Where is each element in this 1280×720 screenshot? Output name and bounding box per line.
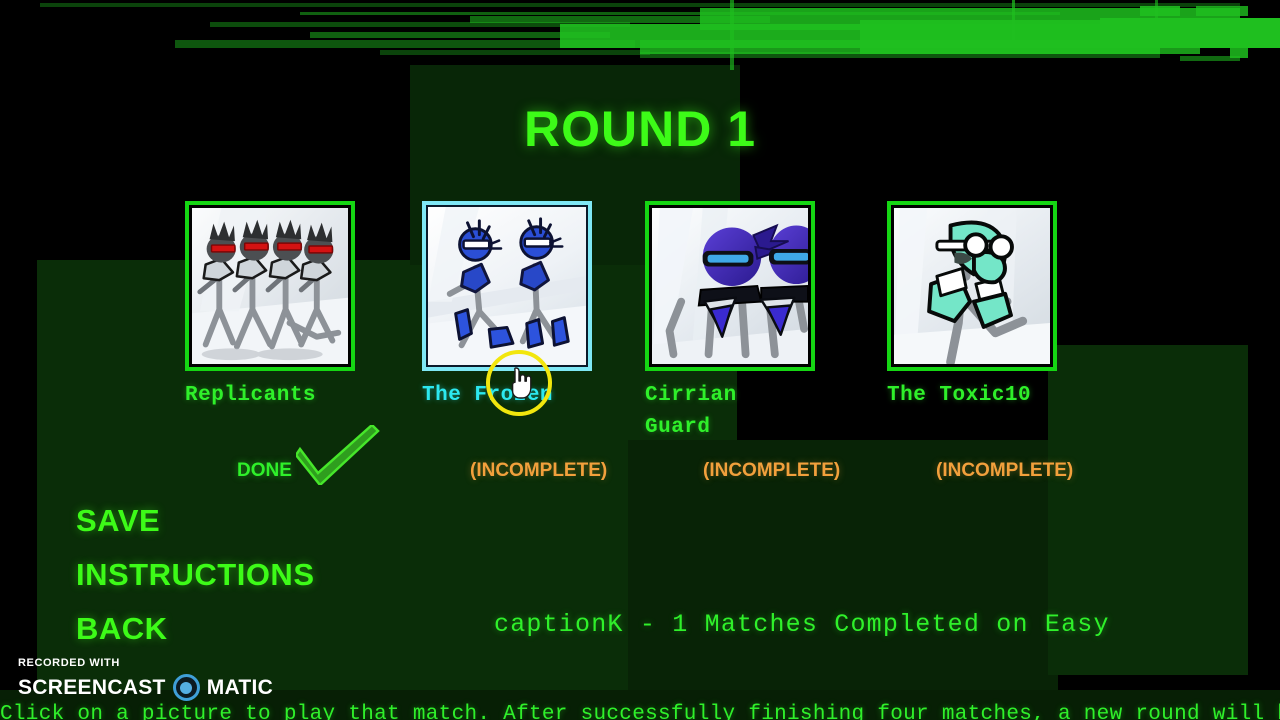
watermark-word-screencast: SCREENCAST — [18, 676, 166, 699]
match-card-the-toxic10[interactable]: The Toxic10 — [887, 201, 1057, 412]
main-menu: SAVE INSTRUCTIONS BACK — [76, 494, 315, 656]
watermark-word-matic: MATIC — [206, 676, 274, 699]
match-card-row: Replicants The Frozen Cirrian Guard The … — [0, 201, 1280, 461]
match-label: The Toxic10 — [887, 384, 1032, 407]
save-button[interactable]: SAVE — [76, 494, 315, 548]
match-card-replicants[interactable]: Replicants — [185, 201, 355, 412]
the-frozen-thumbnail[interactable] — [422, 201, 592, 371]
status-badge-replicants: DONE — [237, 460, 292, 481]
the-toxic10-thumbnail[interactable] — [887, 201, 1057, 371]
cirrian-guard-thumbnail[interactable] — [645, 201, 815, 371]
screencast-o-matic-dot-icon — [172, 674, 200, 701]
status-badge-the-frozen: (INCOMPLETE) — [470, 460, 608, 481]
replicants-thumbnail[interactable] — [185, 201, 355, 371]
back-button[interactable]: BACK — [76, 602, 315, 656]
match-label: Replicants — [185, 384, 317, 407]
instructions-hint-text: Click on a picture to play that match. A… — [0, 703, 1280, 720]
glitch-banner-graphic — [0, 0, 1280, 75]
watermark-recorded-with-label: RECORDED WITH — [18, 657, 120, 669]
match-label: Cirrian Guard — [645, 384, 737, 439]
game-screen: ROUND 1 Replicants The Frozen Cirrian Gu… — [0, 0, 1280, 720]
status-badge-the-toxic10: (INCOMPLETE) — [936, 460, 1074, 481]
match-card-cirrian-guard[interactable]: Cirrian Guard — [645, 201, 815, 443]
screencast-o-matic-watermark: RECORDED WITH SCREENCAST MATIC — [18, 658, 273, 701]
progress-caption: captionK - 1 Matches Completed on Easy — [494, 610, 1110, 639]
match-card-the-frozen[interactable]: The Frozen — [422, 201, 592, 412]
match-status-row: DONE (INCOMPLETE) (INCOMPLETE) (INCOMPLE… — [0, 455, 1280, 495]
status-badge-cirrian-guard: (INCOMPLETE) — [703, 460, 841, 481]
page-title: ROUND 1 — [523, 101, 757, 157]
watermark-brand: SCREENCAST MATIC — [18, 674, 273, 701]
instructions-button[interactable]: INSTRUCTIONS — [76, 548, 315, 602]
match-label: The Frozen — [422, 384, 554, 407]
